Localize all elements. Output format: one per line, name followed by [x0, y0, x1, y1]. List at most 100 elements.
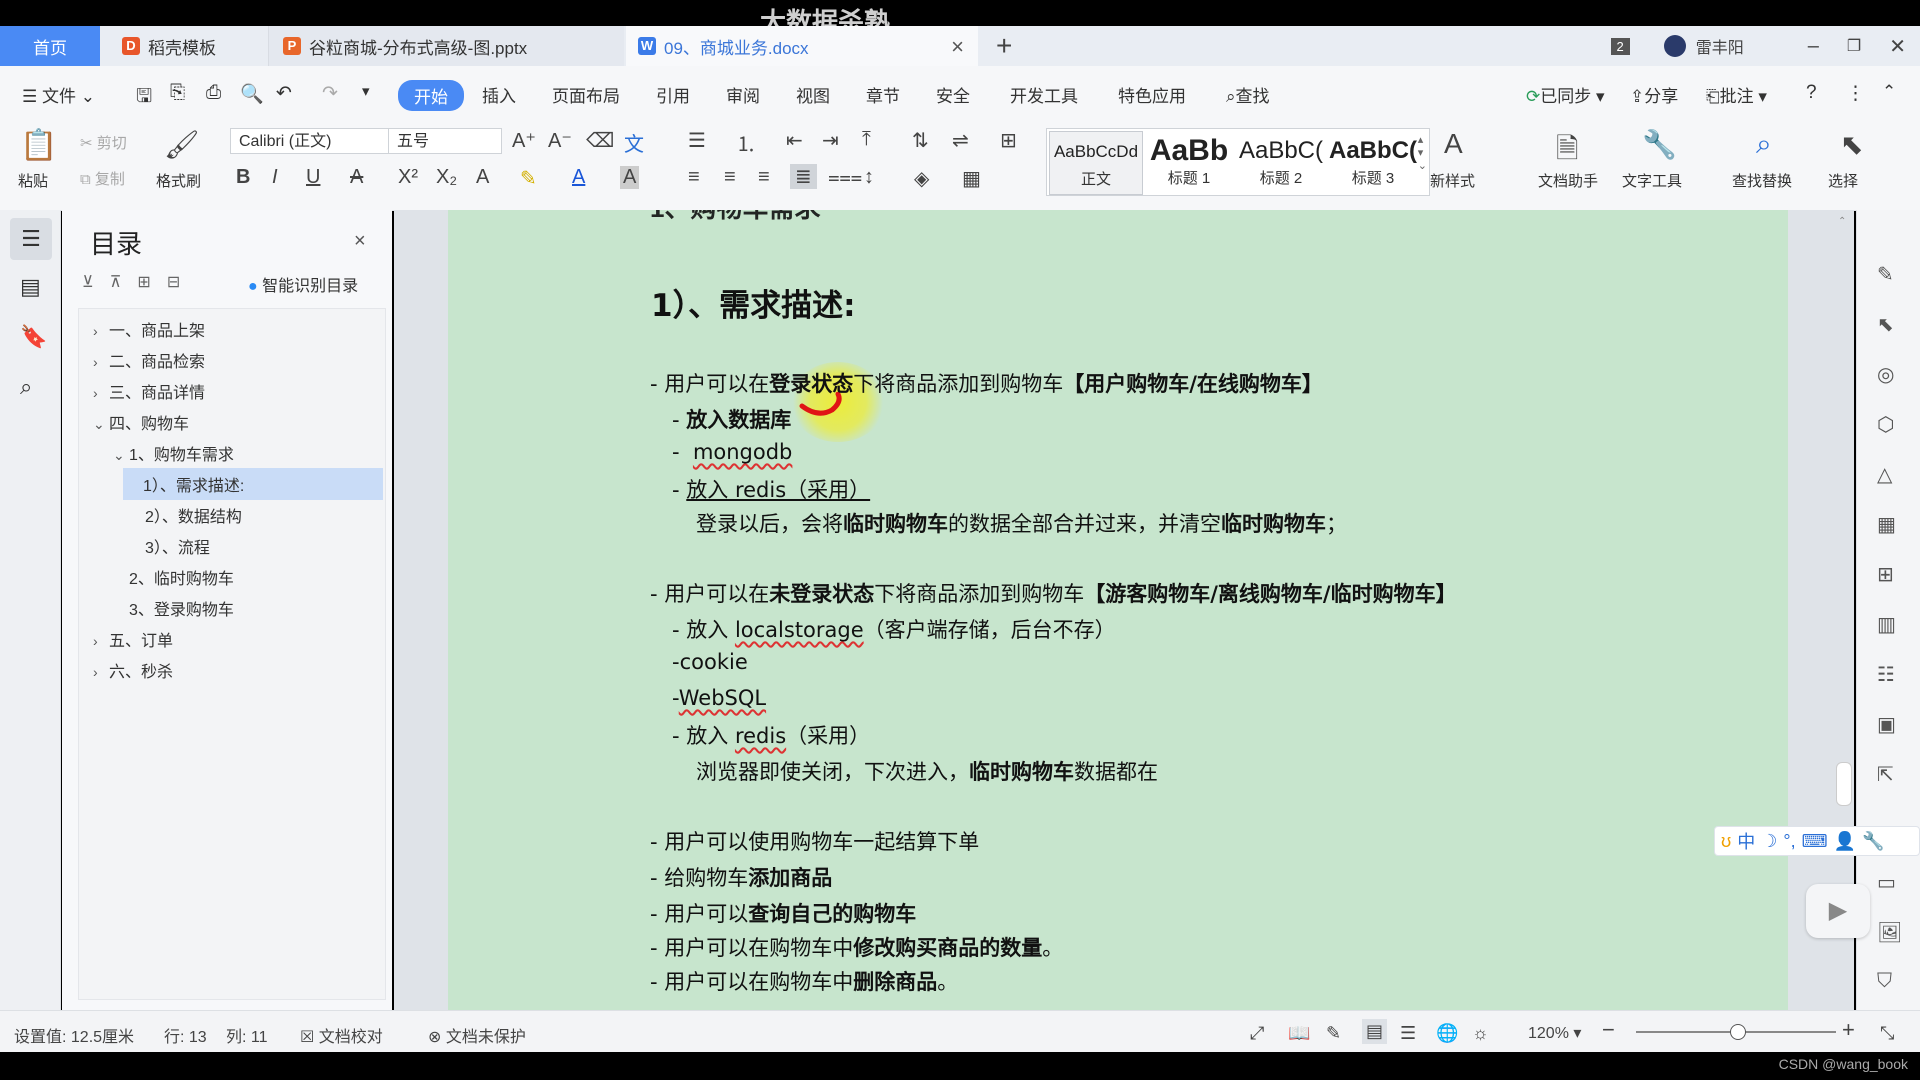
toc-item[interactable]: ⌄ 1、购物车需求	[113, 441, 234, 465]
table-icon[interactable]: ▦	[1877, 512, 1896, 537]
new-style-icon[interactable]: A	[1444, 128, 1463, 160]
toc-expand-collapse-icons[interactable]: ⊻⊼⊞⊟	[82, 272, 196, 292]
bullet-list-icon[interactable]: ☰	[688, 128, 706, 153]
redo-icon[interactable]: ↷	[322, 82, 338, 105]
menu-developer[interactable]: 开发工具	[1010, 82, 1078, 107]
paste-button[interactable]: 粘贴	[18, 170, 48, 191]
font-name-select[interactable]: Calibri (正文)	[230, 128, 390, 154]
window-count-badge[interactable]: 2	[1610, 37, 1630, 55]
zoom-slider[interactable]	[1636, 1024, 1836, 1040]
page-view-icon[interactable]: ▤	[1362, 1019, 1388, 1044]
bold-icon[interactable]: B	[236, 166, 250, 189]
toc-list-icon[interactable]: ☰	[10, 218, 52, 260]
toc-item[interactable]: 2、临时购物车	[113, 565, 234, 589]
user-name[interactable]: 雷丰阳	[1696, 34, 1744, 58]
menu-special[interactable]: 特色应用	[1118, 82, 1186, 107]
style-normal[interactable]: AaBbCcDd 正文	[1049, 131, 1143, 195]
shading-icon[interactable]: ◈	[914, 166, 929, 191]
table-borders-icon[interactable]: ⊞	[1000, 128, 1017, 153]
grow-font-icon[interactable]: A⁺	[512, 128, 536, 153]
undo-icon[interactable]: ↶	[276, 82, 292, 105]
export-icon[interactable]: ⎘	[170, 82, 185, 104]
window-close-icon[interactable]: ✕	[1889, 34, 1906, 59]
highlight-icon[interactable]: ✎	[520, 166, 537, 191]
align-left-icon[interactable]: ≡	[688, 166, 700, 189]
zoom-select[interactable]: 120% ▾	[1528, 1023, 1581, 1043]
font-color-icon[interactable]: A	[572, 166, 585, 189]
chevron-right-icon[interactable]: ›	[93, 323, 109, 339]
subscript-icon[interactable]: X₂	[436, 166, 457, 189]
style-scroll-icon[interactable]: ▴ ▾ ⌄	[1418, 133, 1427, 172]
text-tools-button[interactable]: 文字工具	[1622, 170, 1682, 191]
chevron-right-icon[interactable]: ›	[93, 354, 109, 370]
triangle-icon[interactable]: △	[1877, 462, 1892, 487]
restore-icon[interactable]: ❐	[1847, 36, 1861, 56]
align-center-icon[interactable]: ≡	[724, 166, 736, 189]
style-heading-3[interactable]: AaBbC( 标题 3	[1327, 131, 1419, 193]
eye-protection-icon[interactable]: ☼	[1472, 1023, 1489, 1044]
location-icon[interactable]: ◎	[1877, 362, 1894, 387]
ime-toolbar[interactable]: ʊ 中 ☽ °, ⌨ 👤 🔧	[1714, 826, 1920, 856]
paste-icon[interactable]: 📋	[20, 128, 57, 163]
close-icon[interactable]: ×	[951, 34, 964, 60]
doc-proof-button[interactable]: ☒ 文档校对	[300, 1023, 383, 1047]
play-icon[interactable]: ▶	[1806, 884, 1870, 938]
toc-item[interactable]: 1）、需求描述:	[123, 468, 383, 500]
distribute-icon[interactable]: ⩶	[828, 166, 862, 189]
smart-toc-button[interactable]: ● 智能识别目录	[248, 272, 358, 296]
tab-docx-active[interactable]: W 09、商城业务.docx ×	[626, 26, 978, 66]
toc-item[interactable]: › 六、秒杀	[93, 658, 173, 682]
strikethrough-icon[interactable]: A	[350, 166, 363, 189]
page-thumbnail-icon[interactable]: ▤	[20, 274, 41, 300]
char-shading-icon[interactable]: A	[620, 166, 640, 189]
chevron-right-icon[interactable]: ›	[93, 633, 109, 649]
menu-search[interactable]: ⌕查找	[1226, 82, 1270, 107]
tab-docer-templates[interactable]: D 稻壳模板	[104, 26, 264, 66]
customize-icon[interactable]: ▾	[362, 82, 370, 100]
menu-section[interactable]: 章节	[866, 82, 900, 107]
doc-protect-button[interactable]: ⊗ 文档未保护	[428, 1023, 526, 1047]
web-view-icon[interactable]: 🌐	[1436, 1023, 1458, 1044]
paragraph-spacing-icon[interactable]: ↕	[864, 166, 874, 189]
format-painter-button[interactable]: 格式刷	[156, 170, 201, 191]
image-gallery-icon[interactable]: ▣	[1877, 712, 1896, 737]
shape-icon[interactable]: ⬡	[1877, 412, 1894, 437]
fit-page-icon[interactable]: ⤡	[1880, 1023, 1894, 1044]
find-replace-button[interactable]: 查找替换	[1732, 170, 1792, 191]
save-icon[interactable]: 🖫	[136, 82, 152, 114]
write-mode-icon[interactable]: ✎	[1326, 1023, 1341, 1044]
font-size-select[interactable]: 五号	[388, 128, 502, 154]
borders-icon[interactable]: ▦	[962, 166, 981, 191]
doc-helper-button[interactable]: 文档助手	[1538, 170, 1598, 191]
shield-icon[interactable]: ⛉	[1877, 970, 1892, 993]
tab-home[interactable]: 首页	[0, 26, 100, 66]
fullscreen-icon[interactable]: ⤢	[1250, 1023, 1264, 1044]
toc-item[interactable]: › 三、商品详情	[93, 379, 205, 403]
copy-button[interactable]: ⧉ 复制	[80, 168, 125, 189]
zoom-in-icon[interactable]: +	[1842, 1017, 1855, 1043]
chevron-down-icon[interactable]: ⌄	[93, 416, 109, 433]
toc-item[interactable]: 2）、数据结构	[129, 503, 242, 527]
menu-review[interactable]: 审阅	[726, 82, 760, 107]
picture-icon[interactable]: 🖼	[1877, 920, 1902, 945]
select-cursor-icon[interactable]: ⬉	[1840, 128, 1863, 161]
phonetic-icon[interactable]: 文	[624, 128, 644, 157]
menu-page-layout[interactable]: 页面布局	[552, 82, 620, 107]
new-style-button[interactable]: 新样式	[1430, 170, 1475, 191]
sync-button[interactable]: ⟳已同步 ▾	[1526, 82, 1605, 107]
select-button[interactable]: 选择	[1828, 170, 1858, 191]
pen-icon[interactable]: ✎	[1877, 262, 1894, 287]
archive-icon[interactable]: ▭	[1877, 870, 1896, 895]
zoom-slider-thumb[interactable]	[1730, 1024, 1746, 1040]
line-spacing-icon[interactable]: ⇌	[952, 128, 969, 153]
comment-button[interactable]: ⎗批注 ▾	[1706, 82, 1767, 107]
menu-view[interactable]: 视图	[796, 82, 830, 107]
align-right-icon[interactable]: ≡	[758, 166, 770, 189]
format-painter-icon[interactable]: 🖌	[164, 128, 200, 161]
pointer-icon[interactable]: ⬉	[1877, 312, 1894, 337]
toc-item[interactable]: › 二、商品检索	[93, 348, 205, 372]
outline-view-icon[interactable]: ☰	[1400, 1023, 1416, 1044]
scroll-top-icon[interactable]: ⌃	[1838, 216, 1846, 227]
find-replace-icon[interactable]: ⌕	[1756, 128, 1772, 161]
increase-indent-icon[interactable]: ⇥	[822, 128, 839, 153]
